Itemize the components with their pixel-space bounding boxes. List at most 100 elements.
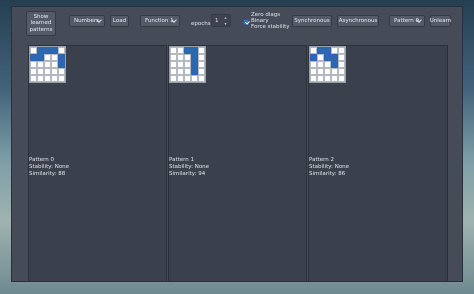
grid-cell-off[interactable] — [170, 75, 177, 82]
grid-cell-off[interactable] — [44, 75, 51, 82]
pattern-combo[interactable]: Pattern 0 — [389, 15, 425, 27]
grid-cell-off[interactable] — [310, 47, 317, 54]
synchronous-button[interactable]: Synchronous — [292, 15, 332, 27]
asynchronous-button[interactable]: Asynchronous — [337, 15, 379, 27]
grid-cell-off[interactable] — [170, 47, 177, 54]
pattern-title: Pattern 2 — [309, 157, 335, 163]
pattern-panel-0: Pattern 0 Stability: None Similarity: 88 — [28, 45, 167, 282]
grid-cell-on[interactable] — [317, 47, 324, 54]
spin-down-icon[interactable]: ▾ — [223, 21, 228, 26]
grid-cell-on[interactable] — [184, 47, 191, 54]
grid-cell-off[interactable] — [324, 75, 331, 82]
grid-cell-off[interactable] — [191, 75, 198, 82]
grid-cell-on[interactable] — [37, 47, 44, 54]
pattern-similarity: Similarity: 86 — [309, 171, 346, 177]
show-learned-patterns-button[interactable]: Show learned patterns — [26, 11, 56, 36]
grid-cell-on[interactable] — [30, 54, 37, 61]
epochs-spinbox[interactable]: 1 ▴ ▾ — [211, 14, 231, 27]
grid-cell-off[interactable] — [177, 47, 184, 54]
grid-cell-off[interactable] — [317, 54, 324, 61]
pattern-similarity: Similarity: 88 — [29, 171, 66, 177]
grid-cell-off[interactable] — [177, 61, 184, 68]
grid-cell-off[interactable] — [177, 75, 184, 82]
grid-cell-on[interactable] — [191, 61, 198, 68]
grid-cell-off[interactable] — [170, 54, 177, 61]
grid-cell-off[interactable] — [338, 47, 345, 54]
grid-cell-off[interactable] — [331, 75, 338, 82]
grid-cell-off[interactable] — [198, 47, 205, 54]
function-combo[interactable]: Function 1 — [140, 15, 180, 27]
function-combo-value: Function 1 — [145, 18, 174, 24]
grid-cell-off[interactable] — [317, 75, 324, 82]
grid-cell-on[interactable] — [191, 47, 198, 54]
grid-cell-off[interactable] — [338, 68, 345, 75]
grid-cell-on[interactable] — [331, 54, 338, 61]
grid-cell-off[interactable] — [51, 75, 58, 82]
grid-cell-off[interactable] — [51, 54, 58, 61]
epochs-label: epochs — [191, 21, 211, 27]
grid-cell-off[interactable] — [331, 47, 338, 54]
grid-cell-off[interactable] — [177, 54, 184, 61]
grid-cell-off[interactable] — [44, 61, 51, 68]
grid-cell-off[interactable] — [170, 68, 177, 75]
grid-cell-off[interactable] — [198, 61, 205, 68]
grid-cell-on[interactable] — [324, 47, 331, 54]
grid-cell-off[interactable] — [58, 68, 65, 75]
grid-cell-off[interactable] — [51, 61, 58, 68]
spin-up-icon[interactable]: ▴ — [223, 15, 228, 20]
pattern-grid-0[interactable] — [29, 46, 66, 83]
grid-cell-on[interactable] — [310, 54, 317, 61]
grid-cell-off[interactable] — [338, 54, 345, 61]
grid-cell-on[interactable] — [191, 68, 198, 75]
grid-cell-off[interactable] — [44, 54, 51, 61]
grid-cell-off[interactable] — [324, 68, 331, 75]
grid-cell-off[interactable] — [198, 54, 205, 61]
grid-cell-on[interactable] — [37, 54, 44, 61]
grid-cell-off[interactable] — [184, 68, 191, 75]
zero-diags-checkbox[interactable] — [243, 19, 249, 25]
grid-cell-off[interactable] — [331, 68, 338, 75]
grid-cell-off[interactable] — [30, 47, 37, 54]
grid-cell-off[interactable] — [30, 75, 37, 82]
grid-cell-off[interactable] — [338, 75, 345, 82]
grid-cell-off[interactable] — [30, 68, 37, 75]
grid-cell-off[interactable] — [37, 68, 44, 75]
mode-combo[interactable]: Numbers — [69, 15, 105, 27]
grid-cell-off[interactable] — [184, 54, 191, 61]
grid-cell-off[interactable] — [184, 75, 191, 82]
grid-cell-on[interactable] — [331, 61, 338, 68]
unlearn-button[interactable]: Unlearn — [430, 15, 451, 27]
grid-cell-off[interactable] — [198, 68, 205, 75]
grid-cell-off[interactable] — [324, 61, 331, 68]
grid-cell-off[interactable] — [198, 75, 205, 82]
grid-cell-on[interactable] — [58, 54, 65, 61]
load-button[interactable]: Load — [110, 15, 129, 27]
grid-cell-off[interactable] — [310, 61, 317, 68]
grid-cell-off[interactable] — [184, 61, 191, 68]
grid-cell-on[interactable] — [191, 54, 198, 61]
grid-cell-off[interactable] — [58, 75, 65, 82]
grid-cell-on[interactable] — [324, 54, 331, 61]
grid-cell-off[interactable] — [317, 61, 324, 68]
grid-cell-off[interactable] — [310, 68, 317, 75]
pattern-panel-1: Pattern 1 Stability: None Similarity: 94 — [168, 45, 307, 282]
pattern-grid-2[interactable] — [309, 46, 346, 83]
grid-cell-on[interactable] — [51, 47, 58, 54]
grid-cell-off[interactable] — [177, 68, 184, 75]
grid-cell-on[interactable] — [58, 61, 65, 68]
grid-cell-off[interactable] — [310, 75, 317, 82]
pattern-panel-2: Pattern 2 Stability: None Similarity: 86 — [308, 45, 448, 282]
grid-cell-off[interactable] — [51, 68, 58, 75]
grid-cell-off[interactable] — [37, 75, 44, 82]
grid-cell-off[interactable] — [170, 61, 177, 68]
grid-cell-off[interactable] — [44, 68, 51, 75]
grid-cell-off[interactable] — [30, 61, 37, 68]
grid-cell-off[interactable] — [317, 68, 324, 75]
pattern-grid-1[interactable] — [169, 46, 206, 83]
grid-cell-off[interactable] — [58, 47, 65, 54]
pattern-info-0: Pattern 0 Stability: None Similarity: 88 — [29, 157, 69, 178]
grid-cell-off[interactable] — [338, 61, 345, 68]
grid-cell-on[interactable] — [44, 47, 51, 54]
main-window: Show learned patterns Numbers Load Funct… — [11, 6, 463, 282]
grid-cell-off[interactable] — [37, 61, 44, 68]
